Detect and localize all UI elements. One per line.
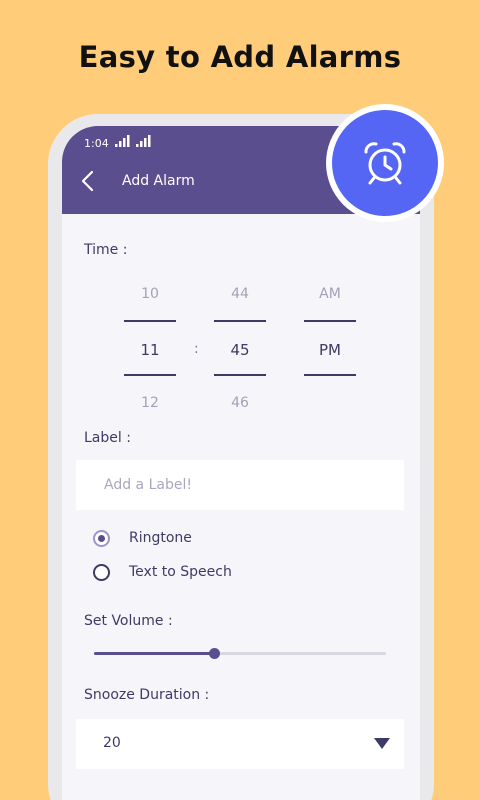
volume-slider-thumb[interactable] xyxy=(208,648,220,659)
minute-next[interactable]: 46 xyxy=(214,395,266,411)
hour-selected[interactable]: 11 xyxy=(124,341,176,359)
picker-divider xyxy=(124,374,176,376)
time-separator: : xyxy=(194,341,199,357)
minute-prev[interactable]: 44 xyxy=(214,286,266,302)
volume-slider-fill xyxy=(94,652,214,655)
picker-divider xyxy=(304,374,356,376)
signal-icon xyxy=(136,135,151,147)
status-time: 1:04 xyxy=(84,137,109,150)
picker-divider xyxy=(124,320,176,322)
volume-slider[interactable] xyxy=(94,648,386,659)
period-prev[interactable]: AM xyxy=(304,286,356,302)
label-heading: Label : xyxy=(84,430,131,446)
alarm-badge xyxy=(326,104,444,222)
headline: Easy to Add Alarms xyxy=(78,40,402,74)
hour-prev[interactable]: 10 xyxy=(124,286,176,302)
picker-divider xyxy=(214,320,266,322)
app-bar-title: Add Alarm xyxy=(122,173,195,189)
picker-divider xyxy=(304,320,356,322)
alarm-label-input[interactable] xyxy=(76,460,404,510)
snooze-label: Snooze Duration : xyxy=(84,687,210,703)
hour-next[interactable]: 12 xyxy=(124,395,176,411)
snooze-value: 20 xyxy=(103,735,121,751)
picker-divider xyxy=(214,374,266,376)
signal-icon xyxy=(115,135,130,147)
ringtone-label[interactable]: Ringtone xyxy=(129,530,192,546)
dropdown-arrow-icon[interactable] xyxy=(374,738,390,750)
ringtone-radio[interactable] xyxy=(93,530,110,547)
period-selected[interactable]: PM xyxy=(304,341,356,359)
text-to-speech-label[interactable]: Text to Speech xyxy=(129,564,232,580)
minute-selected[interactable]: 45 xyxy=(214,341,266,359)
text-to-speech-radio[interactable] xyxy=(93,564,110,581)
volume-label: Set Volume : xyxy=(84,613,173,629)
snooze-dropdown[interactable]: 20 xyxy=(76,719,404,769)
alarm-clock-icon xyxy=(364,142,406,185)
back-arrow-icon[interactable] xyxy=(76,168,102,194)
phone-screen: 1:04 Add Alarm Time : 10 11 12 : 44 45 4… xyxy=(62,126,420,800)
time-label: Time : xyxy=(84,242,128,258)
